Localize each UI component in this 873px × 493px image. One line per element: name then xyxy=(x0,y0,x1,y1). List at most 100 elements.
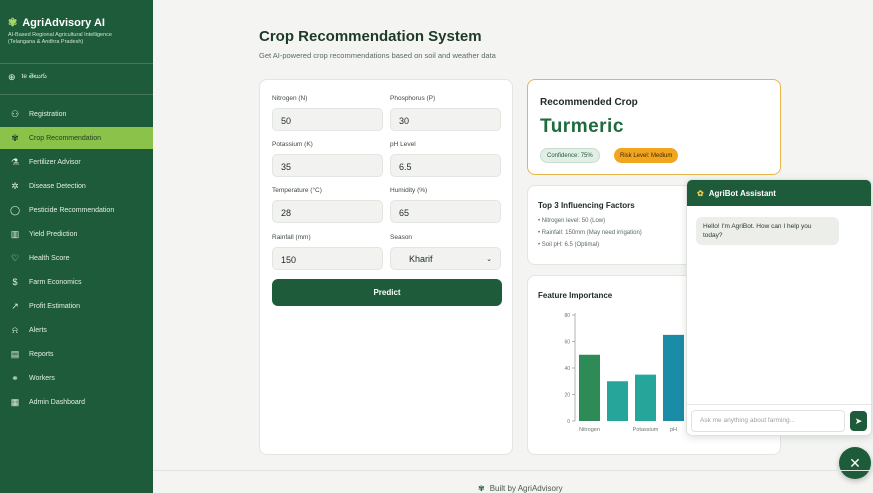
humidity-input[interactable]: 65 xyxy=(390,200,501,223)
potassium-label: Potassium (K) xyxy=(272,141,313,148)
footer: ✾ Built by AgriAdvisory xyxy=(478,484,563,493)
sidebar-item-workers[interactable]: ⚭ Workers xyxy=(0,367,153,389)
phosphorus-label: Phosphorus (P) xyxy=(390,95,436,102)
sidebar-item-health-score[interactable]: ♡ Health Score xyxy=(0,247,153,269)
crop-input-form: Nitrogen (N) 50 Phosphorus (P) 30 Potass… xyxy=(259,79,513,455)
season-select[interactable]: Kharif ⌄ xyxy=(390,247,501,270)
bell-icon: ⍾ xyxy=(12,324,18,335)
y-tick-label: 0 xyxy=(567,419,570,425)
potassium-input[interactable]: 35 xyxy=(272,154,383,177)
sidebar-item-label: Disease Detection xyxy=(29,182,86,190)
x-tick-label: pH xyxy=(670,427,677,433)
bar-chart-icon: ▥ xyxy=(10,228,20,239)
bar-ph xyxy=(663,334,684,421)
bot-message: Hello! I'm AgriBot. How can I help you t… xyxy=(696,217,839,245)
sidebar: ✾ AgriAdvisory AI AI-Based Regional Agri… xyxy=(0,0,153,493)
footer-text: Built by AgriAdvisory xyxy=(489,484,563,493)
chat-input[interactable]: Ask me anything about farming... xyxy=(691,410,845,432)
sprout-icon: ✾ xyxy=(478,484,485,493)
sidebar-divider xyxy=(0,94,153,95)
sprout-logo-icon: ✾ xyxy=(8,17,18,29)
x-tick-label: Nitrogen xyxy=(579,427,600,433)
sidebar-item-admin-dashboard[interactable]: ▦ Admin Dashboard xyxy=(0,391,153,413)
globe-icon: ⊕ xyxy=(8,72,16,82)
send-icon: ➤ xyxy=(854,415,863,426)
brand: ✾ AgriAdvisory AI AI-Based Regional Agri… xyxy=(8,16,148,46)
sidebar-item-fertilizer-advisor[interactable]: ⚗ Fertilizer Advisor xyxy=(0,151,153,173)
language-selector[interactable]: ⊕ te తెలుగు xyxy=(8,72,47,83)
rainfall-label: Rainfall (mm) xyxy=(272,234,311,241)
sprout-icon: ✿ xyxy=(697,188,704,198)
dollar-icon: $ xyxy=(12,277,18,287)
sidebar-item-label: Workers xyxy=(29,374,55,382)
heart-icon: ♡ xyxy=(10,252,20,263)
ph-label: pH Level xyxy=(390,141,416,148)
chat-header: ✿ AgriBot Assistant xyxy=(687,180,871,206)
sprout-icon: ✾ xyxy=(11,132,19,143)
ph-input[interactable]: 6.5 xyxy=(390,154,501,177)
grid-icon: ▦ xyxy=(10,396,20,407)
file-icon: ▤ xyxy=(10,348,20,359)
factor-item: • Rainfall: 150mm (May need irrigation) xyxy=(538,230,642,236)
page-title: Crop Recommendation System xyxy=(259,28,482,45)
sidebar-item-label: Registration xyxy=(29,110,67,118)
y-tick-label: 20 xyxy=(564,393,570,399)
humidity-label: Humidity (%) xyxy=(390,187,428,194)
season-label: Season xyxy=(390,234,413,241)
sidebar-item-label: Alerts xyxy=(29,326,47,334)
chat-title: AgriBot Assistant xyxy=(708,188,776,198)
sidebar-item-pesticide-recommendation[interactable]: ◯ Pesticide Recommendation xyxy=(0,199,153,221)
send-button[interactable]: ➤ xyxy=(850,411,867,431)
agribot-chat-panel: ✿ AgriBot Assistant Hello! I'm AgriBot. … xyxy=(686,179,872,436)
flask-icon: ⚗ xyxy=(10,156,20,167)
user-plus-icon: ⚇ xyxy=(10,108,20,119)
y-tick-label: 40 xyxy=(564,366,570,372)
sidebar-item-label: Health Score xyxy=(29,254,70,262)
factors-title: Top 3 Influencing Factors xyxy=(538,201,635,210)
language-label: te తెలుగు xyxy=(21,73,47,80)
brand-title[interactable]: ✾ AgriAdvisory AI xyxy=(8,16,148,30)
nitrogen-label: Nitrogen (N) xyxy=(272,95,308,102)
chat-input-row: Ask me anything about farming... ➤ xyxy=(687,404,871,435)
temperature-label: Temperature (°C) xyxy=(272,187,322,194)
recommended-crop-name: Turmeric xyxy=(540,116,624,137)
bar-nitrogen xyxy=(579,354,600,421)
trending-up-icon: ↗ xyxy=(11,300,19,311)
x-tick-label: Potassium xyxy=(633,427,659,433)
close-chat-button[interactable]: ✕ xyxy=(839,447,871,479)
sidebar-item-crop-recommendation[interactable]: ✾ Crop Recommendation xyxy=(0,127,153,149)
brand-subtitle-2: (Telangana & Andhra Pradesh) xyxy=(8,39,84,45)
y-tick-label: 60 xyxy=(564,340,570,346)
phosphorus-input[interactable]: 30 xyxy=(390,108,501,131)
sidebar-item-yield-prediction[interactable]: ▥ Yield Prediction xyxy=(0,223,153,245)
footer-divider xyxy=(153,470,873,471)
sidebar-item-alerts[interactable]: ⍾ Alerts xyxy=(0,319,153,341)
sidebar-item-label: Profit Estimation xyxy=(29,302,80,310)
sidebar-item-profit-estimation[interactable]: ↗ Profit Estimation xyxy=(0,295,153,317)
bar-potassium xyxy=(635,374,656,421)
temperature-input[interactable]: 28 xyxy=(272,200,383,223)
close-icon: ✕ xyxy=(849,454,861,471)
sidebar-item-disease-detection[interactable]: ✲ Disease Detection xyxy=(0,175,153,197)
sidebar-item-label: Farm Economics xyxy=(29,278,82,286)
recommended-crop-heading: Recommended Crop xyxy=(540,97,638,108)
sidebar-item-farm-economics[interactable]: $ Farm Economics xyxy=(0,271,153,293)
y-tick-label: 80 xyxy=(564,313,570,319)
shield-icon: ◯ xyxy=(10,204,21,215)
chevron-down-icon: ⌄ xyxy=(486,255,492,263)
sidebar-item-label: Crop Recommendation xyxy=(29,134,101,142)
sidebar-item-label: Pesticide Recommendation xyxy=(29,206,115,214)
sidebar-item-label: Reports xyxy=(29,350,54,358)
predict-button[interactable]: Predict xyxy=(272,279,502,306)
rainfall-input[interactable]: 150 xyxy=(272,247,383,270)
sidebar-item-reports[interactable]: ▤ Reports xyxy=(0,343,153,365)
bug-icon: ✲ xyxy=(11,180,19,191)
risk-level-badge: Risk Level: Medium xyxy=(614,148,679,163)
brand-subtitle-1: AI-Based Regional Agricultural Intellige… xyxy=(8,32,112,38)
sidebar-item-registration[interactable]: ⚇ Registration xyxy=(0,103,153,125)
confidence-badge: Confidence: 75% xyxy=(540,148,600,163)
nitrogen-input[interactable]: 50 xyxy=(272,108,383,131)
sidebar-divider xyxy=(0,63,153,64)
users-icon: ⚭ xyxy=(11,372,19,383)
bar-phosphorus xyxy=(607,381,628,421)
